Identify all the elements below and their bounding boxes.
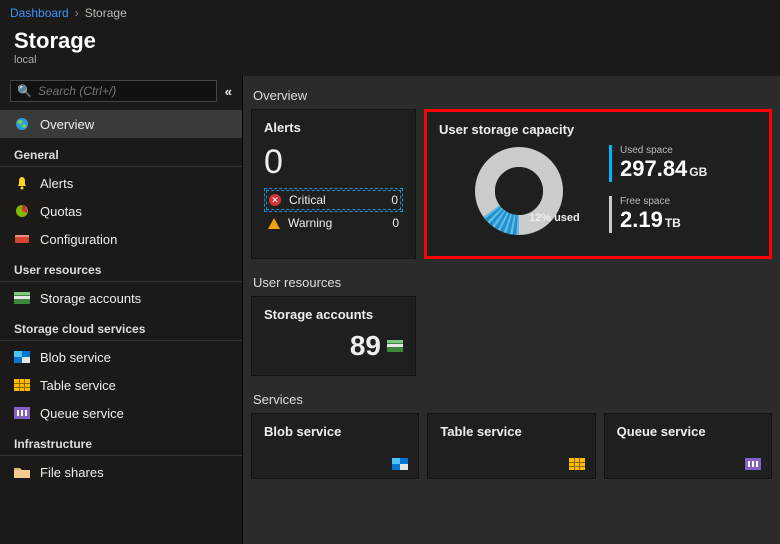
queue-service-icon	[14, 405, 30, 421]
used-space-label: Used space	[620, 145, 757, 156]
sidebar-item-label: Alerts	[40, 176, 73, 191]
alerts-critical-label: Critical	[289, 193, 326, 207]
storage-accounts-count: 89	[350, 330, 381, 362]
sidebar-item-configuration[interactable]: Configuration	[0, 225, 242, 253]
sidebar-item-blob-service[interactable]: Blob service	[0, 343, 242, 371]
storage-accounts-title: Storage accounts	[264, 307, 403, 322]
table-service-icon	[569, 458, 585, 470]
storage-account-icon	[387, 340, 403, 352]
sidebar-heading-general: General	[0, 138, 242, 167]
capacity-card[interactable]: User storage capacity 12% used	[424, 109, 772, 259]
sidebar-item-quotas[interactable]: Quotas	[0, 197, 242, 225]
search-input[interactable]	[38, 84, 210, 98]
table-service-icon	[14, 377, 30, 393]
section-user-resources-title: User resources	[251, 269, 772, 296]
storage-account-icon	[14, 290, 30, 306]
sidebar-item-label: Configuration	[40, 232, 117, 247]
section-services-title: Services	[251, 386, 772, 413]
sidebar-item-label: Blob service	[40, 350, 111, 365]
blob-service-icon	[392, 458, 408, 470]
blob-service-icon	[14, 349, 30, 365]
collapse-sidebar-button[interactable]: «	[221, 84, 236, 99]
configuration-icon	[14, 231, 30, 247]
blob-service-card[interactable]: Blob service	[251, 413, 419, 479]
sidebar-item-queue-service[interactable]: Queue service	[0, 399, 242, 427]
free-space-label: Free space	[620, 196, 757, 207]
sidebar-item-file-shares[interactable]: File shares	[0, 458, 242, 486]
alerts-critical-row[interactable]: ✕ Critical 0	[264, 188, 403, 212]
quota-icon	[14, 203, 30, 219]
critical-icon: ✕	[269, 194, 281, 206]
sidebar-item-label: Overview	[40, 117, 94, 132]
free-space-value: 2.19	[620, 207, 663, 232]
used-space-value: 297.84	[620, 156, 687, 181]
breadcrumb-current: Storage	[85, 6, 127, 20]
page-title: Storage	[14, 28, 766, 54]
globe-icon	[14, 116, 30, 132]
sidebar-item-storage-accounts[interactable]: Storage accounts	[0, 284, 242, 312]
blob-service-title: Blob service	[264, 424, 406, 439]
donut-chart-icon	[469, 141, 569, 241]
page-header: Storage local	[0, 26, 780, 76]
sidebar: 🔍 « Overview General Alerts	[0, 76, 243, 544]
alerts-critical-count: 0	[391, 193, 398, 207]
used-space-stat: Used space 297.84GB	[609, 145, 757, 182]
alerts-card-title: Alerts	[264, 120, 403, 135]
alerts-warning-label: Warning	[288, 216, 332, 230]
sidebar-item-label: File shares	[40, 465, 104, 480]
sidebar-item-label: Queue service	[40, 406, 124, 421]
sidebar-item-label: Quotas	[40, 204, 82, 219]
section-overview-title: Overview	[251, 82, 772, 109]
bell-icon	[14, 175, 30, 191]
alerts-warning-row[interactable]: Warning 0	[264, 212, 403, 234]
folder-icon	[14, 464, 30, 480]
alerts-card[interactable]: Alerts 0 ✕ Critical 0 Warning 0	[251, 109, 416, 259]
main-content: Overview Alerts 0 ✕ Critical 0 Warning 0	[243, 76, 780, 544]
sidebar-item-alerts[interactable]: Alerts	[0, 169, 242, 197]
sidebar-item-table-service[interactable]: Table service	[0, 371, 242, 399]
page-subtitle: local	[14, 54, 766, 66]
table-service-card[interactable]: Table service	[427, 413, 595, 479]
free-space-stat: Free space 2.19TB	[609, 196, 757, 233]
queue-service-title: Queue service	[617, 424, 759, 439]
sidebar-heading-user-resources: User resources	[0, 253, 242, 282]
search-icon: 🔍	[17, 84, 32, 98]
sidebar-item-overview[interactable]: Overview	[0, 110, 242, 138]
warning-icon	[268, 218, 280, 229]
capacity-donut: 12% used	[439, 136, 599, 246]
free-space-unit: TB	[665, 216, 681, 230]
capacity-percent-label: 12% used	[529, 212, 580, 224]
used-space-unit: GB	[689, 165, 707, 179]
alerts-warning-count: 0	[392, 216, 399, 230]
capacity-card-title: User storage capacity	[439, 122, 574, 137]
queue-service-card[interactable]: Queue service	[604, 413, 772, 479]
storage-accounts-card[interactable]: Storage accounts 89	[251, 296, 416, 376]
table-service-title: Table service	[440, 424, 582, 439]
search-input-wrap[interactable]: 🔍	[10, 80, 217, 102]
sidebar-heading-infrastructure: Infrastructure	[0, 427, 242, 456]
chevron-right-icon: ›	[75, 6, 79, 20]
breadcrumb: Dashboard › Storage	[0, 0, 780, 26]
sidebar-item-label: Table service	[40, 378, 116, 393]
sidebar-heading-cloud-services: Storage cloud services	[0, 312, 242, 341]
sidebar-item-label: Storage accounts	[40, 291, 141, 306]
breadcrumb-home[interactable]: Dashboard	[10, 6, 69, 20]
queue-service-icon	[745, 458, 761, 470]
alerts-total: 0	[264, 143, 403, 182]
